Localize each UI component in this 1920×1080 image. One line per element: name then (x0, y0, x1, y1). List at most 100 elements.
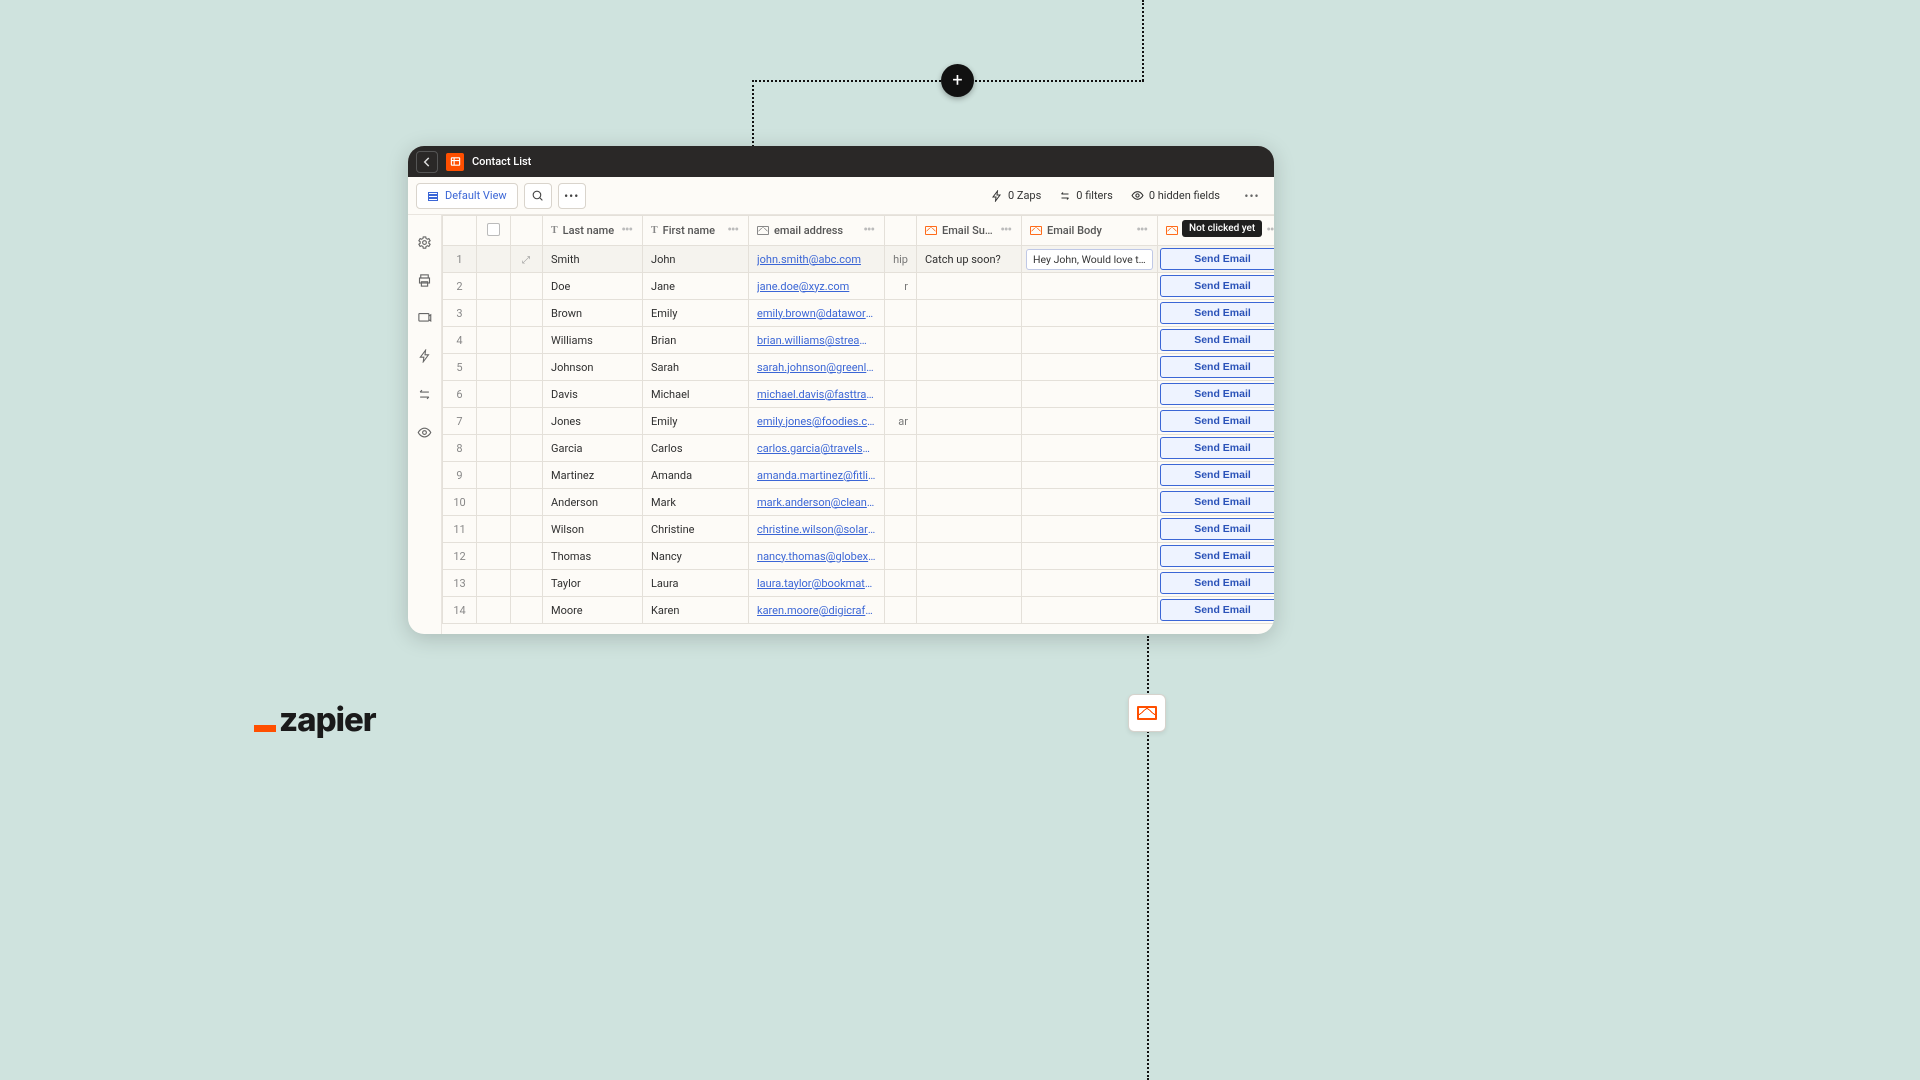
cell-body[interactable] (1022, 435, 1158, 462)
cell-body[interactable]: Hey John, Would love to grab ... (1022, 246, 1158, 273)
row-checkbox-cell[interactable] (477, 435, 511, 462)
email-link[interactable]: amanda.martinez@fitlife.com (757, 469, 876, 482)
row-checkbox-cell[interactable] (477, 381, 511, 408)
row-expand-cell[interactable] (511, 489, 543, 516)
cell-lastname[interactable]: Moore (543, 597, 643, 624)
cell-lastname[interactable]: Doe (543, 273, 643, 300)
email-link[interactable]: carlos.garcia@travelsmore.com (757, 442, 876, 455)
row-checkbox-cell[interactable] (477, 246, 511, 273)
row-expand-cell[interactable] (511, 354, 543, 381)
cell-firstname[interactable]: Emily (643, 408, 749, 435)
cell-firstname[interactable]: Sarah (643, 354, 749, 381)
cell-lastname[interactable]: Williams (543, 327, 643, 354)
cell-body[interactable] (1022, 543, 1158, 570)
cell-lastname[interactable]: Wilson (543, 516, 643, 543)
column-menu-icon[interactable]: ••• (619, 223, 634, 238)
cell-body[interactable] (1022, 408, 1158, 435)
more-button[interactable]: ••• (558, 183, 586, 209)
table-row[interactable]: 9MartinezAmandaamanda.martinez@fitlife.c… (443, 462, 1275, 489)
send-email-button[interactable]: Send Email (1160, 410, 1274, 432)
cell-lastname[interactable]: Smith (543, 246, 643, 273)
cell-firstname[interactable]: Emily (643, 300, 749, 327)
cell-subject[interactable] (917, 489, 1022, 516)
column-menu-icon[interactable]: ••• (1134, 223, 1149, 238)
cell-email[interactable]: nancy.thomas@globex.com (749, 543, 885, 570)
cell-body[interactable] (1022, 327, 1158, 354)
table-row[interactable]: 2DoeJanejane.doe@xyz.comrSend Email (443, 273, 1275, 300)
email-link[interactable]: mark.anderson@cleantech.com (757, 496, 876, 509)
add-step-node[interactable]: + (941, 64, 974, 97)
cell-subject[interactable] (917, 354, 1022, 381)
send-email-button[interactable]: Send Email (1160, 302, 1274, 324)
send-email-button[interactable]: Send Email (1160, 599, 1274, 621)
cell-firstname[interactable]: Michael (643, 381, 749, 408)
search-button[interactable] (524, 183, 552, 209)
cell-firstname[interactable]: Mark (643, 489, 749, 516)
cell-subject[interactable] (917, 516, 1022, 543)
column-header-subject[interactable]: Email Subject ••• (917, 216, 1022, 246)
cell-email[interactable]: jane.doe@xyz.com (749, 273, 885, 300)
settings-icon[interactable] (416, 233, 434, 251)
row-expand-cell[interactable] (511, 516, 543, 543)
send-email-button[interactable]: Send Email (1160, 572, 1274, 594)
row-checkbox-cell[interactable] (477, 300, 511, 327)
cell-email[interactable]: emily.jones@foodies.com (749, 408, 885, 435)
back-button[interactable] (416, 151, 438, 173)
row-checkbox-cell[interactable] (477, 489, 511, 516)
cell-lastname[interactable]: Taylor (543, 570, 643, 597)
cell-subject[interactable] (917, 273, 1022, 300)
email-step-node[interactable] (1128, 694, 1166, 732)
row-expand-cell[interactable] (511, 570, 543, 597)
cell-lastname[interactable]: Brown (543, 300, 643, 327)
cell-body[interactable] (1022, 489, 1158, 516)
cell-body[interactable] (1022, 597, 1158, 624)
cell-body[interactable] (1022, 462, 1158, 489)
email-link[interactable]: jane.doe@xyz.com (757, 280, 876, 293)
cell-email[interactable]: karen.moore@digicraft.com (749, 597, 885, 624)
cell-lastname[interactable]: Jones (543, 408, 643, 435)
cell-email[interactable]: carlos.garcia@travelsmore.com (749, 435, 885, 462)
cell-lastname[interactable]: Garcia (543, 435, 643, 462)
email-link[interactable]: karen.moore@digicraft.com (757, 604, 876, 617)
column-header-email[interactable]: email address ••• (749, 216, 885, 246)
column-menu-icon[interactable]: ••• (998, 223, 1013, 238)
cell-lastname[interactable]: Martinez (543, 462, 643, 489)
email-link[interactable]: emily.jones@foodies.com (757, 415, 876, 428)
email-link[interactable]: nancy.thomas@globex.com (757, 550, 876, 563)
cell-email[interactable]: mark.anderson@cleantech.com (749, 489, 885, 516)
column-header-lastname[interactable]: T Last name ••• (543, 216, 643, 246)
cell-subject[interactable] (917, 300, 1022, 327)
cell-firstname[interactable]: Karen (643, 597, 749, 624)
cell-email[interactable]: amanda.martinez@fitlife.com (749, 462, 885, 489)
row-checkbox-cell[interactable] (477, 408, 511, 435)
column-header-body[interactable]: Email Body ••• (1022, 216, 1158, 246)
send-email-button[interactable]: Send Email (1160, 356, 1274, 378)
send-email-button[interactable]: Send Email (1160, 491, 1274, 513)
row-expand-cell[interactable] (511, 381, 543, 408)
column-header-action[interactable]: S Not clicked yet ••• (1158, 216, 1275, 246)
email-link[interactable]: sarah.johnson@greenlife.com (757, 361, 876, 374)
cell-body[interactable] (1022, 570, 1158, 597)
row-checkbox-cell[interactable] (477, 327, 511, 354)
column-header-firstname[interactable]: T First name ••• (643, 216, 749, 246)
default-view-button[interactable]: Default View (416, 183, 518, 209)
cell-email[interactable]: emily.brown@dataworks.com (749, 300, 885, 327)
row-expand-cell[interactable]: ⤢ (511, 246, 543, 273)
cell-lastname[interactable]: Johnson (543, 354, 643, 381)
email-link[interactable]: christine.wilson@solarnow.com (757, 523, 876, 536)
cell-lastname[interactable]: Thomas (543, 543, 643, 570)
cell-body[interactable] (1022, 300, 1158, 327)
cell-email[interactable]: michael.davis@fasttrack.com (749, 381, 885, 408)
row-checkbox-cell[interactable] (477, 354, 511, 381)
table-row[interactable]: 1⤢SmithJohnjohn.smith@abc.comhipCatch up… (443, 246, 1275, 273)
send-email-button[interactable]: Send Email (1160, 545, 1274, 567)
cell-subject[interactable] (917, 597, 1022, 624)
filters-stat[interactable]: 0 filters (1059, 189, 1113, 202)
cell-firstname[interactable]: Brian (643, 327, 749, 354)
row-expand-cell[interactable] (511, 327, 543, 354)
cell-firstname[interactable]: Christine (643, 516, 749, 543)
email-link[interactable]: brian.williams@streamline.com (757, 334, 876, 347)
row-checkbox-cell[interactable] (477, 597, 511, 624)
row-expand-cell[interactable] (511, 597, 543, 624)
column-menu-icon[interactable]: ••• (725, 223, 740, 238)
